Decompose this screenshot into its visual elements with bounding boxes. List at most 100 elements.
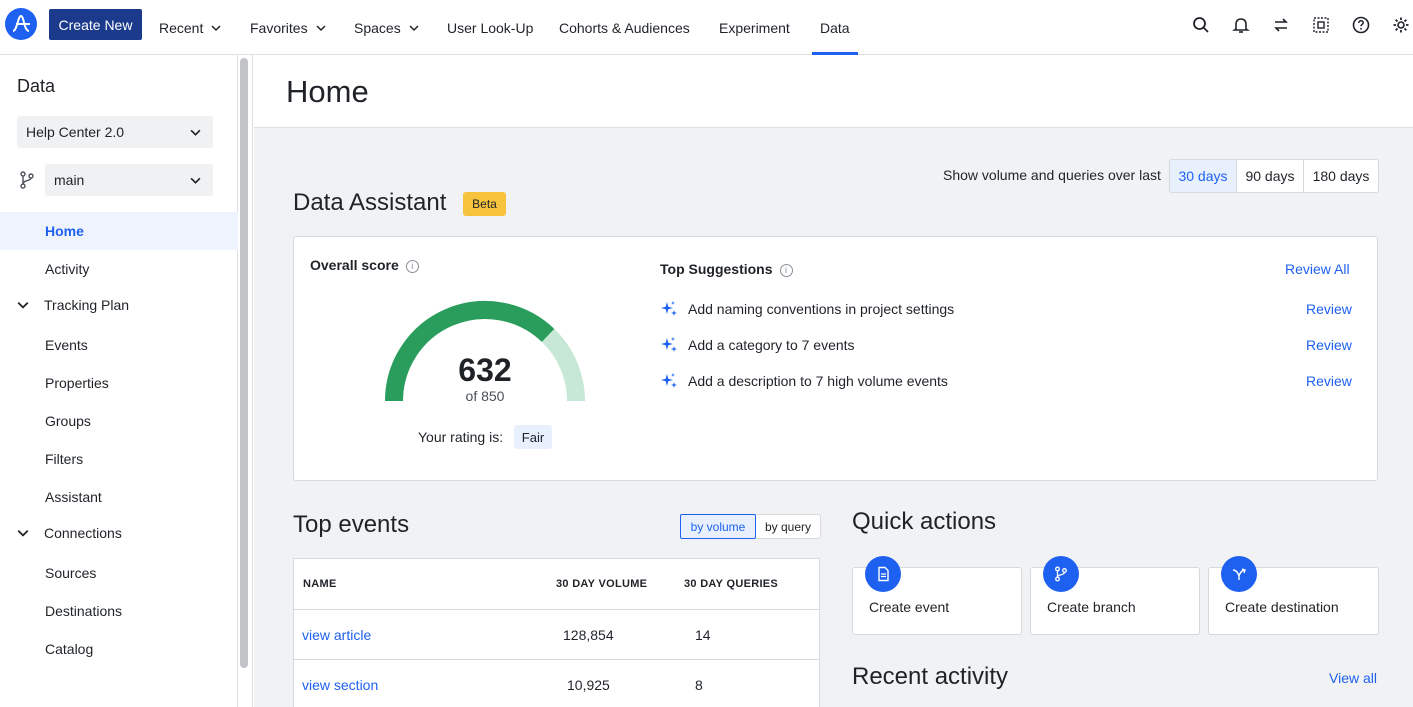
sidebar-item-catalog[interactable]: Catalog	[45, 639, 93, 659]
overall-score-label: Overall score i	[310, 257, 419, 273]
nav-recent-label: Recent	[159, 19, 204, 36]
range-180-days-button[interactable]: 180 days	[1303, 160, 1378, 192]
destination-icon	[1221, 556, 1257, 592]
column-header-name[interactable]: NAME	[303, 578, 337, 590]
create-event-label: Create event	[869, 599, 950, 615]
event-volume: 128,854	[563, 627, 614, 643]
review-link[interactable]: Review	[1306, 373, 1352, 389]
data-assistant-title: Data Assistant	[293, 189, 447, 216]
top-events-toggle: by volume by query	[680, 514, 821, 539]
nav-spaces[interactable]: Spaces	[354, 0, 419, 55]
review-link[interactable]: Review	[1306, 301, 1352, 317]
suggestion-text: Add a description to 7 high volume event…	[688, 373, 948, 389]
event-volume: 10,925	[567, 677, 610, 693]
score-max: of 850	[465, 388, 505, 404]
sidebar-scrollbar[interactable]	[240, 58, 248, 668]
nav-experiment[interactable]: Experiment	[719, 0, 790, 55]
nav-experiment-label: Experiment	[719, 19, 790, 36]
score-value: 632	[458, 352, 512, 388]
sidebar-item-filters[interactable]: Filters	[45, 449, 83, 469]
info-icon[interactable]: i	[405, 259, 419, 273]
top-events-table: NAME 30 DAY VOLUME 30 DAY QUERIES view a…	[293, 558, 820, 707]
event-queries: 8	[695, 677, 703, 693]
quick-actions-title: Quick actions	[852, 508, 997, 535]
recent-activity-title: Recent activity	[852, 663, 1009, 690]
sparkle-icon	[661, 301, 677, 316]
branch-icon	[1043, 556, 1079, 592]
page-title: Home	[286, 74, 369, 109]
overall-score-text: Overall score	[310, 257, 399, 273]
gear-icon[interactable]	[1391, 15, 1411, 35]
top-nav: Create New Recent Favorites Spaces User …	[0, 0, 1413, 55]
by-query-toggle[interactable]: by query	[756, 515, 820, 538]
sidebar-item-groups[interactable]: Groups	[45, 411, 91, 431]
sidebar-item-properties[interactable]: Properties	[45, 373, 109, 393]
nav-data-label: Data	[820, 19, 850, 36]
sidebar-title: Data	[17, 76, 56, 96]
review-all-link[interactable]: Review All	[1285, 261, 1350, 277]
bell-icon[interactable]	[1231, 15, 1251, 35]
nav-cohorts[interactable]: Cohorts & Audiences	[559, 0, 690, 55]
sidebar-item-sources[interactable]: Sources	[45, 563, 96, 583]
nav-recent[interactable]: Recent	[159, 0, 221, 55]
sidebar-group-connections[interactable]: Connections	[17, 525, 122, 541]
view-all-link[interactable]: View all	[1329, 670, 1377, 686]
range-label: Show volume and queries over last	[943, 167, 1161, 183]
sidebar-group-label: Connections	[44, 525, 122, 541]
nav-favorites-label: Favorites	[250, 19, 308, 36]
chevron-down-icon	[211, 24, 221, 31]
sidebar-item-assistant[interactable]: Assistant	[45, 487, 102, 507]
top-events-title: Top events	[293, 511, 410, 538]
info-icon[interactable]: i	[779, 263, 793, 277]
range-90-days-button[interactable]: 90 days	[1236, 160, 1303, 192]
branch-icon	[20, 171, 34, 189]
suggestion-text: Add a category to 7 events	[688, 337, 855, 353]
nav-user-lookup-label: User Look-Up	[447, 19, 534, 36]
column-header-queries[interactable]: 30 DAY QUERIES	[684, 578, 778, 590]
review-link[interactable]: Review	[1306, 337, 1352, 353]
top-suggestions-text: Top Suggestions	[660, 261, 773, 277]
nav-data[interactable]: Data	[812, 0, 858, 55]
rating-badge: Fair	[514, 425, 552, 449]
branch-select[interactable]: main	[45, 164, 213, 196]
sparkle-icon	[661, 373, 677, 388]
range-selector: 30 days 90 days 180 days	[1169, 159, 1379, 193]
suggestion-item: Add naming conventions in project settin…	[660, 299, 954, 319]
sidebar-item-activity[interactable]: Activity	[45, 259, 89, 279]
sidebar-group-tracking-plan[interactable]: Tracking Plan	[17, 297, 129, 313]
nav-favorites[interactable]: Favorites	[250, 0, 326, 55]
apps-icon[interactable]	[1311, 15, 1331, 35]
chevron-down-icon	[316, 24, 326, 31]
event-name-link[interactable]: view article	[302, 627, 371, 643]
nav-spaces-label: Spaces	[354, 19, 401, 36]
create-destination-label: Create destination	[1225, 599, 1339, 615]
chevron-down-icon	[190, 129, 201, 136]
sidebar-item-home[interactable]: Home	[45, 221, 84, 241]
chevron-down-icon	[409, 24, 419, 31]
switch-icon[interactable]	[1271, 15, 1291, 35]
sparkle-icon	[661, 337, 677, 352]
column-header-volume[interactable]: 30 DAY VOLUME	[556, 578, 647, 590]
by-volume-toggle[interactable]: by volume	[680, 514, 756, 539]
chevron-down-icon	[17, 301, 29, 309]
project-select[interactable]: Help Center 2.0	[17, 116, 213, 148]
table-row-divider	[294, 659, 819, 660]
create-branch-label: Create branch	[1047, 599, 1136, 615]
event-name-link[interactable]: view section	[302, 677, 378, 693]
project-select-value: Help Center 2.0	[26, 124, 125, 140]
nav-user-lookup[interactable]: User Look-Up	[447, 0, 533, 55]
top-suggestions-title: Top Suggestions i	[660, 261, 793, 277]
amplitude-logo-icon[interactable]	[5, 8, 37, 40]
create-new-button[interactable]: Create New	[49, 9, 142, 40]
sidebar-item-destinations[interactable]: Destinations	[45, 601, 122, 621]
branch-select-value: main	[54, 172, 85, 188]
help-icon[interactable]	[1351, 15, 1371, 35]
beta-badge: Beta	[463, 192, 506, 216]
sidebar-item-events[interactable]: Events	[45, 335, 88, 355]
suggestion-item: Add a category to 7 events	[660, 335, 855, 355]
suggestion-text: Add naming conventions in project settin…	[688, 301, 955, 317]
suggestion-item: Add a description to 7 high volume event…	[660, 371, 948, 391]
range-30-days-button[interactable]: 30 days	[1170, 160, 1236, 192]
search-icon[interactable]	[1191, 15, 1211, 35]
main-header	[254, 55, 1413, 128]
